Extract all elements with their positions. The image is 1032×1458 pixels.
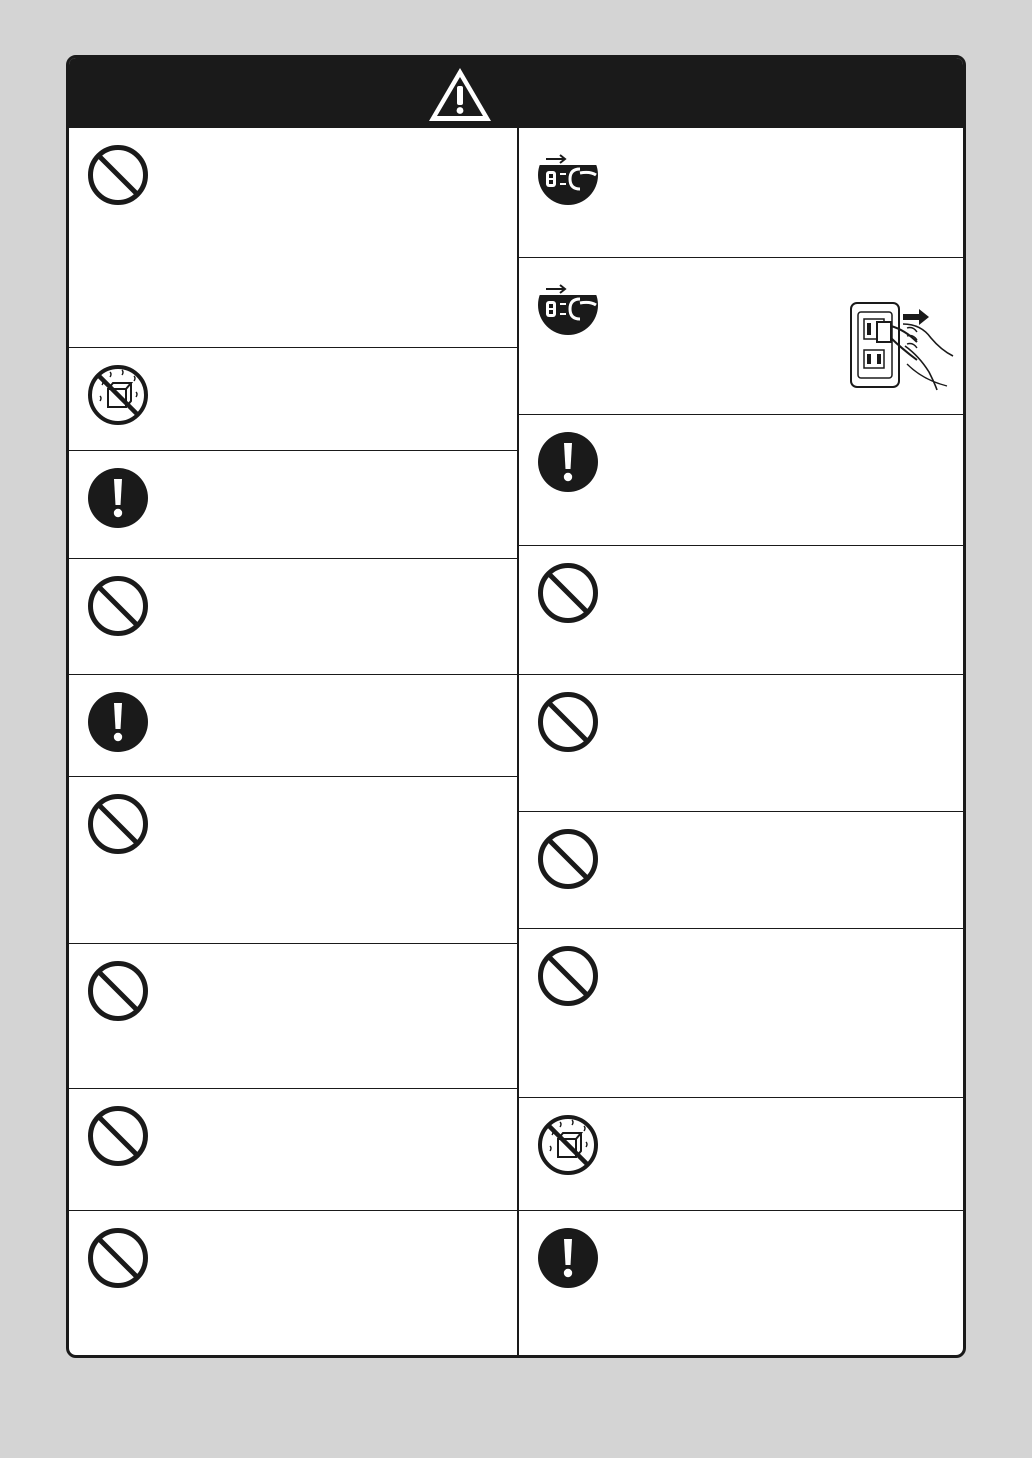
wall-outlet-unplug-illustration: [850, 302, 954, 391]
prohibition-icon: [88, 576, 148, 636]
right-warning-item: [519, 415, 963, 546]
right-warning-item: [519, 1211, 963, 1355]
no-water-splash-icon: [88, 365, 148, 425]
right-warning-item: [519, 128, 963, 258]
right-warning-item: [519, 929, 963, 1098]
right-warning-item: [519, 1098, 963, 1211]
left-warning-item: [69, 451, 517, 559]
warning-panel: [66, 55, 966, 1358]
left-warning-item: [69, 777, 517, 944]
mandatory-exclamation-icon: [88, 468, 148, 528]
left-warning-item: [69, 1211, 517, 1355]
warning-header: [69, 58, 963, 128]
prohibition-icon: [88, 1106, 148, 1166]
left-warning-item: [69, 944, 517, 1089]
prohibition-icon: [88, 1228, 148, 1288]
left-warning-item: [69, 128, 517, 348]
right-warning-item: [519, 812, 963, 929]
no-water-splash-icon: [538, 1115, 598, 1175]
prohibition-icon: [538, 946, 598, 1006]
mandatory-exclamation-icon: [88, 692, 148, 752]
right-warning-item: [519, 675, 963, 812]
prohibition-icon: [88, 961, 148, 1021]
prohibition-icon: [538, 829, 598, 889]
prohibition-icon: [538, 563, 598, 623]
mandatory-exclamation-icon: [538, 1228, 598, 1288]
prohibition-icon: [538, 692, 598, 752]
unplug-icon: [536, 143, 598, 205]
prohibition-icon: [88, 794, 148, 854]
warning-triangle-icon: [429, 68, 491, 121]
left-warning-item: [69, 675, 517, 777]
left-warning-item: [69, 348, 517, 451]
right-warning-item: [519, 258, 963, 415]
left-warning-item: [69, 1089, 517, 1211]
unplug-icon: [536, 273, 598, 335]
mandatory-exclamation-icon: [538, 432, 598, 492]
right-warning-item: [519, 546, 963, 675]
left-warning-item: [69, 559, 517, 675]
prohibition-icon: [88, 145, 148, 205]
